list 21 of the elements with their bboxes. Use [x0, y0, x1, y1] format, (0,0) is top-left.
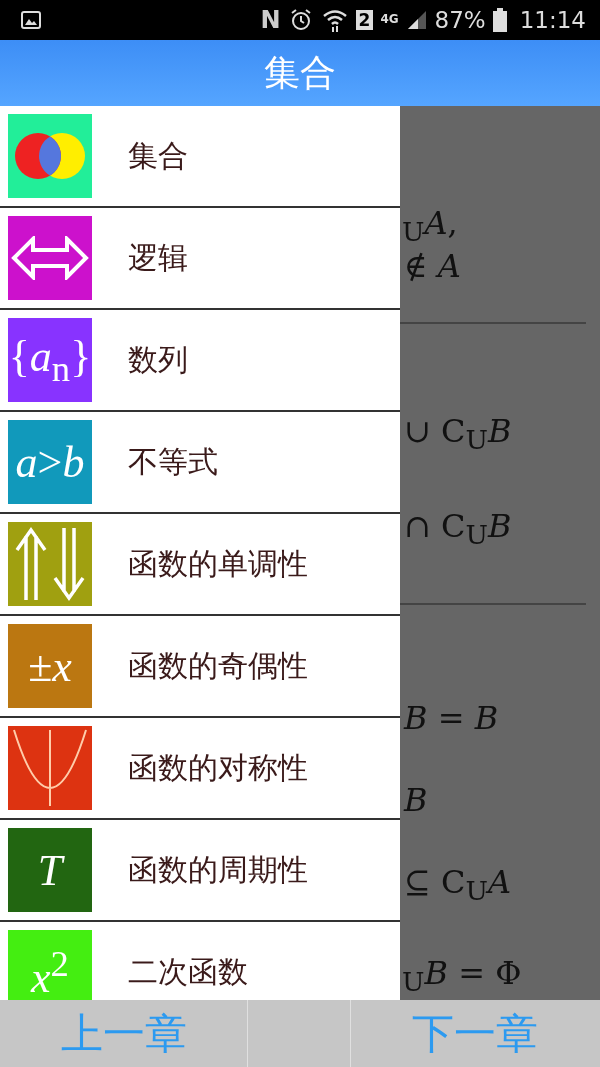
nfc-indicator: N — [260, 6, 281, 34]
math-formula: ∪ C$_{U}$B — [403, 411, 513, 458]
network-label: 4G — [380, 12, 399, 26]
chapter-icon: a>b — [8, 420, 92, 504]
math-formula: ∉ A — [403, 249, 462, 284]
chapter-icon: T — [8, 828, 92, 912]
chapter-icon: {a$_{n}$} — [8, 318, 92, 402]
chapter-icon: x$^{2}$ — [8, 930, 92, 1000]
math-formula: ⊆ C$_{U}$A — [403, 862, 513, 909]
math-formula: $_{U}$B = Φ — [401, 953, 523, 1000]
battery-icon — [492, 8, 507, 32]
battery-percent: 87% — [434, 7, 486, 33]
screen-title: 集合 — [264, 50, 336, 95]
math-formula: B = B — [402, 698, 500, 739]
chapter-icon: ±x — [8, 624, 92, 708]
math-formula: B — [402, 780, 429, 821]
clock-time: 11:14 — [519, 7, 586, 33]
math-formula: ∩ C$_{U}$B — [403, 506, 513, 553]
gallery-icon — [20, 9, 42, 31]
sim-badge: 2 — [355, 10, 374, 30]
math-formula: $_{U}$A, — [401, 206, 459, 250]
